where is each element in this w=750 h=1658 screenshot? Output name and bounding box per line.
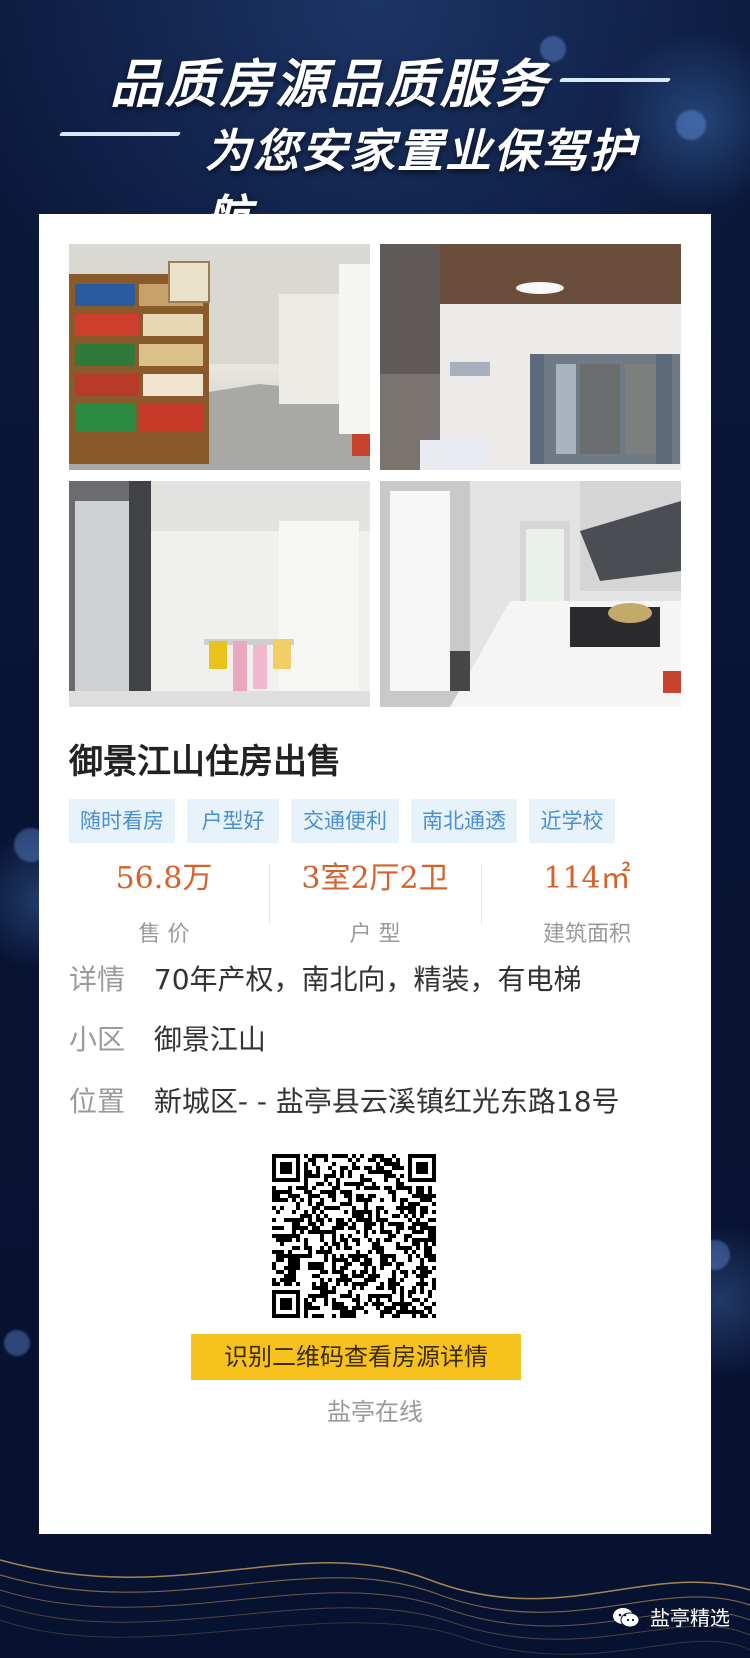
header-banner: 品质房源品质服务 为您安家置业保驾护航 — [0, 0, 750, 244]
account-watermark: 盐亭精选 — [650, 1606, 730, 1630]
listing-card: 御景江山住房出售 随时看房 户型好 交通便利 南北通透 近学校 56.8万 售 … — [39, 214, 711, 1534]
stat-price: 56.8万 售 价 — [59, 854, 269, 948]
header-slash-left — [58, 132, 182, 136]
detail-label: 详情 — [69, 963, 126, 996]
room-photo-kitchen-image — [380, 481, 681, 707]
footer-decoration — [0, 1520, 750, 1658]
area-value: 114㎡ — [543, 861, 631, 896]
key-stats: 56.8万 售 价 3室2厅2卫 户 型 114㎡ 建筑面积 — [59, 854, 689, 954]
room-photo-bedroom-image — [380, 244, 681, 470]
community-label: 小区 — [69, 1023, 126, 1056]
detail-value: 70年产权，南北向，精装，有电梯 — [153, 963, 582, 996]
price-label: 售 价 — [138, 922, 190, 947]
detail-row: 详情 70年产权，南北向，精装，有电梯 — [69, 958, 582, 998]
layout-label: 户 型 — [349, 922, 401, 947]
room-photo-living[interactable] — [69, 244, 370, 470]
layout-value: 3室2厅2卫 — [301, 861, 449, 896]
stat-area: 114㎡ 建筑面积 — [482, 854, 692, 948]
area-label: 建筑面积 — [542, 922, 631, 947]
feature-tag: 近学校 — [529, 799, 615, 843]
room-photo-kitchen[interactable] — [380, 481, 681, 707]
gold-wave-lines — [0, 1559, 750, 1655]
room-photo-study-image — [69, 481, 370, 707]
room-photo-living-image — [69, 244, 370, 470]
listing-title: 御景江山住房出售 — [69, 742, 341, 782]
price-value: 56.8万 — [115, 861, 213, 896]
headline-primary: 品质房源品质服务 — [110, 55, 551, 115]
room-photo-bedroom[interactable] — [380, 244, 681, 470]
feature-tags: 随时看房 户型好 交通便利 南北通透 近学校 — [69, 799, 689, 843]
bokeh-light — [4, 1330, 30, 1356]
feature-tag: 随时看房 — [69, 799, 175, 843]
wechat-icon — [613, 1608, 640, 1628]
community-row: 小区 御景江山 — [69, 1018, 266, 1058]
view-details-button[interactable]: 识别二维码查看房源详情 — [191, 1334, 521, 1380]
community-value: 御景江山 — [153, 1023, 266, 1056]
photo-grid — [69, 244, 681, 708]
feature-tag: 交通便利 — [291, 799, 399, 843]
room-photo-study[interactable] — [69, 481, 370, 707]
source-label: 盐亭在线 — [327, 1398, 423, 1426]
stat-layout: 3室2厅2卫 户 型 — [270, 854, 480, 948]
qr-code-image — [272, 1154, 436, 1318]
feature-tag: 南北通透 — [411, 799, 517, 843]
location-label: 位置 — [69, 1085, 126, 1118]
location-value: 新城区- - 盐亭县云溪镇红光东路18号 — [153, 1085, 620, 1118]
location-row: 位置 新城区- - 盐亭县云溪镇红光东路18号 — [69, 1080, 620, 1120]
qr-code[interactable] — [272, 1154, 436, 1318]
feature-tag: 户型好 — [187, 799, 279, 843]
